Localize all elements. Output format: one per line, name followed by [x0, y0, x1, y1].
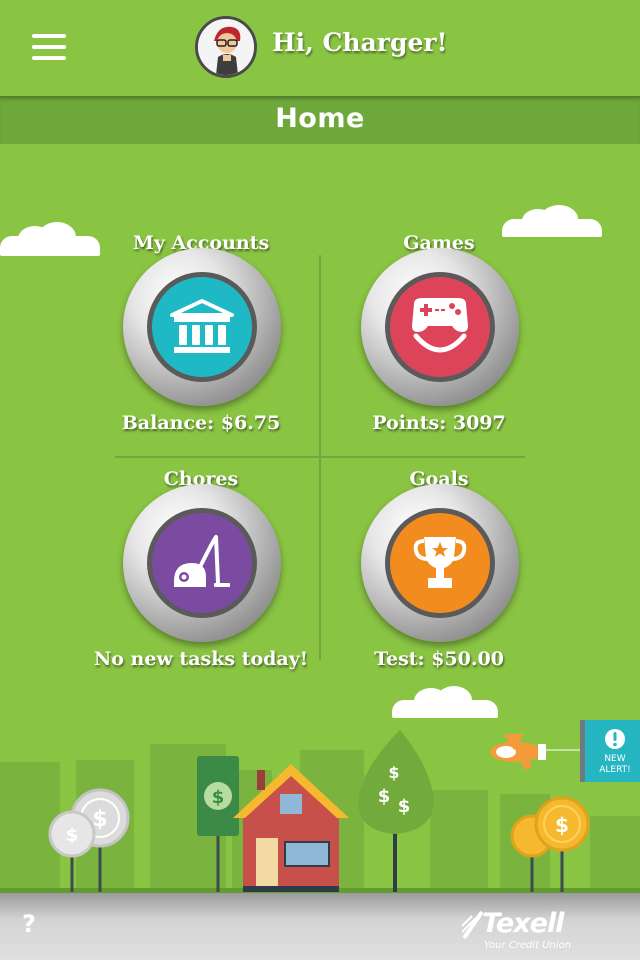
avatar[interactable] [195, 16, 257, 78]
svg-text:$: $ [555, 813, 569, 837]
alert-label: NEW ALERT! [585, 754, 640, 776]
city-scenery-illustration: $ $ $ $ $ $ $ [0, 730, 640, 895]
help-button[interactable]: ? [22, 910, 36, 938]
svg-text:$: $ [212, 787, 225, 808]
trophy-icon [413, 537, 467, 588]
svg-text:$: $ [66, 825, 79, 846]
goals-button[interactable] [361, 484, 519, 642]
game-controller-icon [412, 298, 468, 353]
alert-label-line2: ALERT! [599, 765, 631, 775]
chores-button[interactable] [123, 484, 281, 642]
brand-tagline: Your Credit Union [484, 940, 572, 951]
goal-text: Test: $50.00 [374, 648, 504, 670]
page-title: Home [275, 103, 365, 134]
texell-logo-mark-icon [462, 910, 484, 940]
tile-my-accounts[interactable]: My Accounts Balance: $6.75 [81, 232, 321, 462]
alert-label-line1: NEW [604, 754, 626, 764]
vacuum-cleaner-icon [174, 535, 230, 587]
new-alert-button[interactable]: NEW ALERT! [580, 720, 640, 782]
svg-text:$: $ [378, 786, 391, 807]
greeting-text: Hi, Charger! [272, 28, 448, 57]
texell-logo: Texell Your Credit Union [462, 908, 572, 953]
svg-text:$: $ [388, 763, 399, 782]
exclamation-icon [605, 729, 625, 749]
hamburger-menu-icon[interactable] [32, 34, 68, 62]
tile-games[interactable]: Games Points: 3097 [319, 232, 559, 462]
games-button[interactable] [361, 248, 519, 406]
tile-goals[interactable]: Goals Test: $50.00 [319, 468, 559, 698]
points-text: Points: 3097 [372, 412, 506, 434]
brand-name: Texell [482, 908, 564, 939]
tile-chores[interactable]: Chores No new tasks today! [81, 468, 321, 698]
bank-icon [170, 299, 234, 353]
my-accounts-button[interactable] [123, 248, 281, 406]
svg-text:$: $ [398, 796, 411, 817]
